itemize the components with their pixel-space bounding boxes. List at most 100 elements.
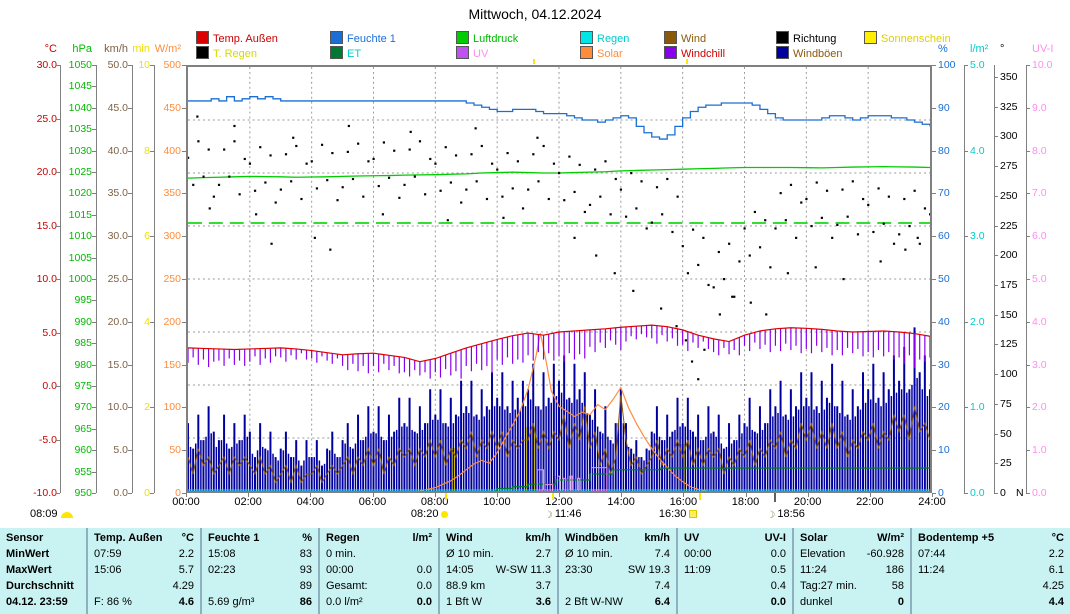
table-cell: Windböen xyxy=(565,531,618,547)
table-cell: Feuchte 1 xyxy=(208,531,259,547)
direction-dot xyxy=(635,207,637,209)
direction-dot xyxy=(660,307,662,309)
table-cell: l/m² xyxy=(412,531,432,547)
direction-dot xyxy=(393,150,395,152)
direction-dot xyxy=(512,187,514,189)
direction-dot xyxy=(703,349,705,351)
legend-item-uv: UV xyxy=(456,46,488,58)
axis-tick-label: 1.0 xyxy=(970,402,985,412)
direction-dot xyxy=(697,264,699,266)
x-tick xyxy=(310,493,311,497)
legend-item-regen: Regen xyxy=(580,31,629,43)
table-cell: dunkel xyxy=(800,595,832,611)
direction-dot xyxy=(917,237,919,239)
direction-dot xyxy=(738,260,740,262)
marker-time: 08:20 xyxy=(411,508,439,520)
axis-tick-label: 100 xyxy=(938,60,956,70)
legend-item-wind: Wind xyxy=(664,31,706,43)
direction-dot xyxy=(661,213,663,215)
direction-dot xyxy=(573,191,575,193)
table-column: Temp. Außen°C07:592.215:065.74.29F: 86 %… xyxy=(86,528,200,614)
x-tick-label: 14:00 xyxy=(607,496,635,508)
direction-dot xyxy=(682,245,684,247)
direction-dot xyxy=(816,181,818,183)
table-cell: 11:24 xyxy=(918,563,945,579)
axis-tick xyxy=(56,333,60,334)
direction-dot xyxy=(414,176,416,178)
direction-dot xyxy=(908,225,910,227)
axis-tick xyxy=(56,119,60,120)
direction-dot xyxy=(826,190,828,192)
legend-label: T. Regen xyxy=(213,48,257,60)
axis-tick-label: 9.0 xyxy=(1032,103,1047,113)
table-column: Bodentemp +5°C07:442.211:246.14.254.4 xyxy=(910,528,1070,614)
event-tick xyxy=(445,493,447,500)
direction-dot xyxy=(847,216,849,218)
direction-dot xyxy=(691,360,693,362)
legend-item-windb-en: Windböen xyxy=(776,46,843,58)
table-cell: 2.2 xyxy=(1049,547,1064,563)
direction-dot xyxy=(764,219,766,221)
direction-dot xyxy=(713,286,715,288)
direction-dot xyxy=(445,146,447,148)
axis-tick-label: -5.0 xyxy=(0,435,57,445)
axis-tick xyxy=(964,236,968,237)
legend-color-swatch xyxy=(456,46,469,59)
table-cell: MaxWert xyxy=(6,563,52,579)
direction-dot xyxy=(640,180,642,182)
moonset-icon: ☽ xyxy=(766,510,775,521)
direction-dot xyxy=(702,237,704,239)
axis-tick-label: 995 xyxy=(0,295,92,305)
legend-label: Wind xyxy=(681,33,706,45)
x-tick xyxy=(435,493,436,497)
x-tick-label: 06:00 xyxy=(359,496,387,508)
axis-line-° xyxy=(994,65,995,493)
direction-dot xyxy=(501,196,503,198)
direction-dot xyxy=(584,211,586,213)
axis-tick xyxy=(994,344,998,345)
axis-tick-label: 70 xyxy=(938,188,950,198)
table-cell: 83 xyxy=(300,547,312,563)
axis-tick xyxy=(994,107,998,108)
direction-dot xyxy=(671,231,673,233)
direction-dot xyxy=(517,160,519,162)
axis-tick xyxy=(932,322,936,323)
axis-tick-label: 300 xyxy=(1000,131,1018,141)
axis-tick xyxy=(1026,279,1030,280)
direction-dot xyxy=(656,186,658,188)
direction-dot xyxy=(719,313,721,315)
axis-line-l/m² xyxy=(964,65,965,493)
x-tick-label: 18:00 xyxy=(732,496,760,508)
direction-dot xyxy=(233,140,235,142)
table-cell: 5.69 g/m³ xyxy=(208,595,254,611)
axis-tick xyxy=(994,196,998,197)
legend-label: UV xyxy=(473,48,488,60)
direction-dot xyxy=(687,272,689,274)
event-tick xyxy=(552,493,554,500)
axis-unit-l/m²: l/m² xyxy=(970,43,988,55)
direction-dot xyxy=(295,145,297,147)
direction-dot xyxy=(841,188,843,190)
direction-dot xyxy=(754,211,756,213)
axis-tick-label: 0 xyxy=(0,488,181,498)
axis-tick xyxy=(964,65,968,66)
axis-tick xyxy=(92,343,96,344)
table-cell: 4.25 xyxy=(1043,579,1064,595)
axis-tick-label: 60 xyxy=(938,231,950,241)
table-cell: Regen xyxy=(326,531,360,547)
x-tick-label: 16:00 xyxy=(670,496,698,508)
axis-tick xyxy=(56,440,60,441)
axis-tick xyxy=(932,279,936,280)
legend-color-swatch xyxy=(456,31,469,44)
axis-tick xyxy=(994,166,998,167)
direction-dot xyxy=(439,190,441,192)
axis-tick xyxy=(92,386,96,387)
direction-dot xyxy=(836,224,838,226)
direction-dot xyxy=(311,160,313,162)
direction-dot xyxy=(197,140,199,142)
x-tick xyxy=(621,493,622,497)
table-cell: 07:44 xyxy=(918,547,946,563)
direction-dot xyxy=(553,163,555,165)
axis-tick-label: 175 xyxy=(1000,280,1018,290)
table-cell: Ø 10 min. xyxy=(565,547,613,563)
